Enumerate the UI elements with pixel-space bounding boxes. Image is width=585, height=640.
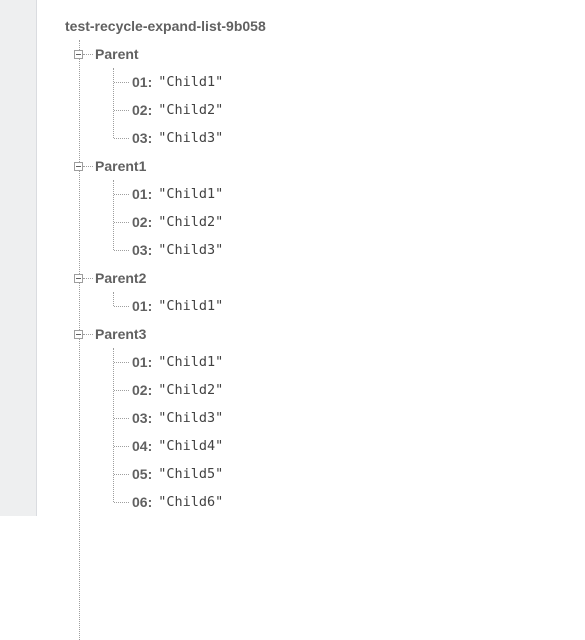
child-key: 03: — [132, 410, 153, 426]
child-value[interactable]: "Child6" — [158, 494, 223, 510]
tree-connector — [114, 81, 129, 83]
child-node[interactable]: 02: "Child2" — [114, 376, 565, 404]
child-list: 01: "Child1" — [65, 292, 565, 320]
child-key: 01: — [132, 186, 153, 202]
parent-node[interactable]: Parent — [65, 40, 565, 68]
child-key: 06: — [132, 494, 153, 510]
parent-label[interactable]: Parent1 — [95, 158, 146, 174]
child-value[interactable]: "Child1" — [158, 298, 223, 314]
child-node[interactable]: 03: "Child3" — [114, 236, 565, 264]
left-gutter — [0, 0, 37, 516]
collapse-icon[interactable] — [74, 273, 83, 283]
tree-connector — [83, 333, 93, 335]
tree-connector — [114, 361, 129, 363]
child-value[interactable]: "Child1" — [158, 186, 223, 202]
child-value[interactable]: "Child3" — [158, 130, 223, 146]
child-node[interactable]: 01: "Child1" — [114, 348, 565, 376]
child-key: 03: — [132, 242, 153, 258]
data-tree: test-recycle-expand-list-9b058 Parent 01:… — [65, 14, 565, 640]
child-value[interactable]: "Child1" — [158, 74, 223, 90]
child-node[interactable]: 05: "Child5" — [114, 460, 565, 488]
parent-label[interactable]: Parent2 — [95, 270, 146, 286]
child-key: 01: — [132, 74, 153, 90]
parent-node[interactable]: Parent2 — [65, 264, 565, 292]
tree-connector — [114, 305, 129, 307]
tree-connector — [114, 249, 129, 251]
tree-connector — [114, 389, 129, 391]
child-node[interactable]: 01: "Child1" — [114, 292, 565, 320]
tree-connector — [114, 445, 129, 447]
root-label: test-recycle-expand-list-9b058 — [65, 18, 266, 34]
child-key: 02: — [132, 382, 153, 398]
child-value[interactable]: "Child5" — [158, 466, 223, 482]
child-node[interactable]: 06: "Child6" — [114, 488, 565, 516]
child-node[interactable]: 02: "Child2" — [114, 96, 565, 124]
child-value[interactable]: "Child1" — [158, 354, 223, 370]
child-key: 05: — [132, 466, 153, 482]
collapse-icon[interactable] — [74, 329, 83, 339]
tree-connector — [83, 165, 93, 167]
child-node[interactable]: 01: "Child1" — [114, 68, 565, 96]
child-key: 03: — [132, 130, 153, 146]
child-key: 01: — [132, 354, 153, 370]
child-value[interactable]: "Child4" — [158, 438, 223, 454]
tree-connector — [114, 137, 129, 139]
collapse-icon[interactable] — [74, 49, 83, 59]
child-key: 02: — [132, 102, 153, 118]
tree-connector — [114, 473, 129, 475]
tree-connector — [83, 277, 93, 279]
tree-connector — [83, 53, 93, 55]
child-key: 04: — [132, 438, 153, 454]
parent-label[interactable]: Parent3 — [95, 326, 146, 342]
child-node[interactable]: 01: "Child1" — [114, 180, 565, 208]
child-list: 01: "Child1" 02: "Child2" 03: "Child3" — [65, 68, 565, 152]
child-list: 01: "Child1" 02: "Child2" 03: "Child3" — [65, 180, 565, 264]
child-node[interactable]: 02: "Child2" — [114, 208, 565, 236]
child-list: 01: "Child1" 02: "Child2" 03: "Child3" 04: "Chi… — [65, 348, 565, 516]
parent-node[interactable]: Parent3 — [65, 320, 565, 348]
child-value[interactable]: "Child2" — [158, 214, 223, 230]
parent-label[interactable]: Parent — [95, 46, 139, 62]
tree-connector — [114, 221, 129, 223]
tree-connector — [114, 417, 129, 419]
root-children: Parent 01: "Child1" 02: "Child2" 03: "Child3" P… — [65, 40, 565, 640]
child-value[interactable]: "Child3" — [158, 410, 223, 426]
collapse-icon[interactable] — [74, 161, 83, 171]
child-key: 02: — [132, 214, 153, 230]
child-key: 01: — [132, 298, 153, 314]
child-node[interactable]: 04: "Child4" — [114, 432, 565, 460]
parent-node[interactable]: Parent1 — [65, 152, 565, 180]
child-value[interactable]: "Child2" — [158, 382, 223, 398]
child-node[interactable]: 03: "Child3" — [114, 404, 565, 432]
root-node[interactable]: test-recycle-expand-list-9b058 — [65, 14, 565, 38]
tree-connector — [114, 193, 129, 195]
child-node[interactable]: 03: "Child3" — [114, 124, 565, 152]
child-value[interactable]: "Child3" — [158, 242, 223, 258]
tree-connector — [114, 501, 129, 503]
tree-connector — [114, 109, 129, 111]
child-value[interactable]: "Child2" — [158, 102, 223, 118]
